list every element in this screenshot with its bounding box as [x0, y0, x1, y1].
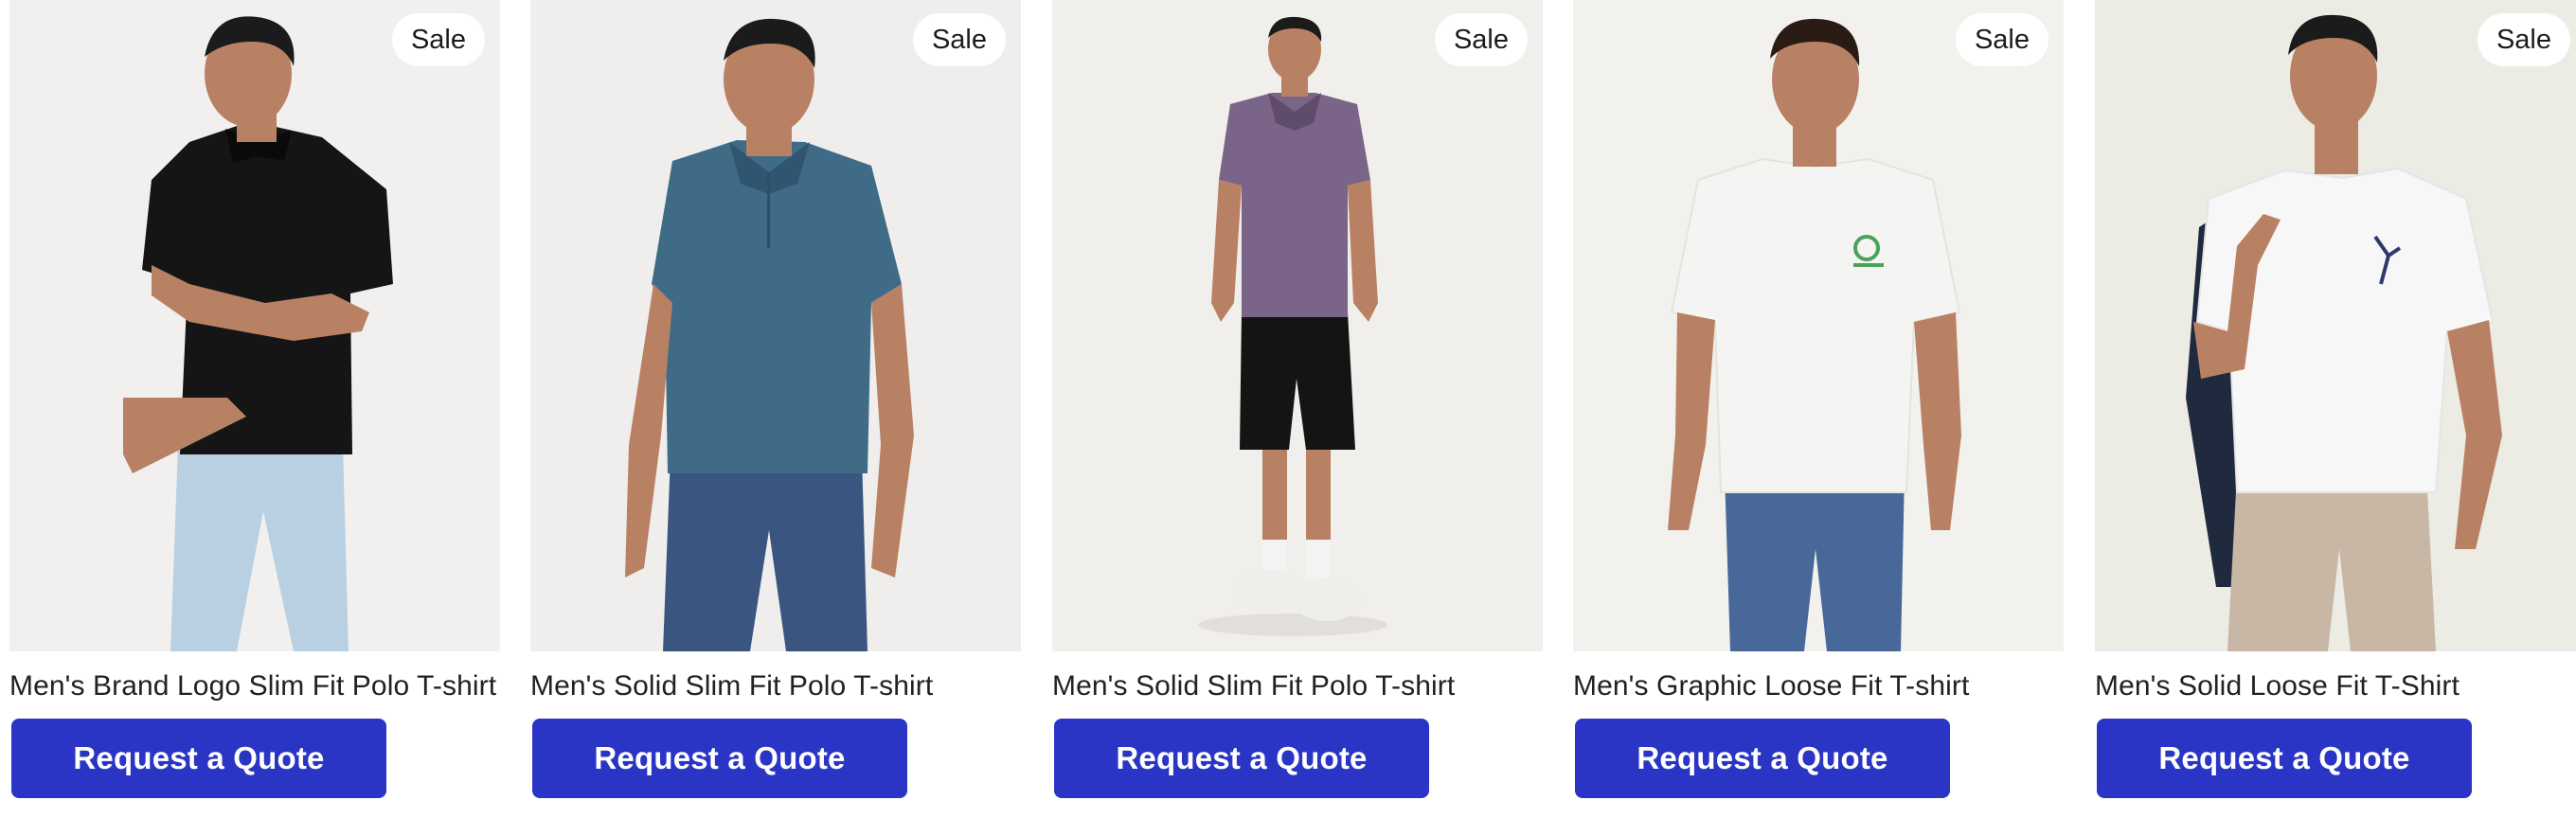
product-image-link[interactable]: Sale: [1573, 0, 2064, 651]
product-image-link[interactable]: Sale: [9, 0, 500, 651]
product-card: Sale Men's Brand Logo Slim Fit Polo T-sh…: [9, 0, 500, 818]
product-grid: Sale Men's Brand Logo Slim Fit Polo T-sh…: [0, 0, 2576, 818]
request-quote-button[interactable]: Request a Quote: [2097, 719, 2472, 798]
request-quote-button[interactable]: Request a Quote: [1575, 719, 1950, 798]
request-quote-button[interactable]: Request a Quote: [11, 719, 386, 798]
product-card: Sale Men's Solid Loose Fit T-Shirt Reque…: [2095, 0, 2576, 818]
sale-badge: Sale: [912, 13, 1006, 66]
product-card: Sale Men's Solid Slim Fit Polo T-shirt R…: [1052, 0, 1543, 818]
model-sneaker: [1234, 570, 1302, 612]
product-image: [2095, 0, 2576, 651]
product-title[interactable]: Men's Solid Slim Fit Polo T-shirt: [530, 668, 1042, 704]
product-image: [1573, 0, 2064, 651]
model-sneaker: [1293, 579, 1361, 621]
product-image: [530, 0, 1021, 651]
sale-badge: Sale: [1955, 13, 2048, 66]
product-title[interactable]: Men's Graphic Loose Fit T-shirt: [1573, 668, 2084, 704]
request-quote-button[interactable]: Request a Quote: [532, 719, 907, 798]
product-image-link[interactable]: Sale: [1052, 0, 1543, 651]
product-title[interactable]: Men's Brand Logo Slim Fit Polo T-shirt: [9, 668, 521, 704]
product-title[interactable]: Men's Solid Loose Fit T-Shirt: [2095, 668, 2576, 704]
product-image: [9, 0, 500, 651]
sale-badge: Sale: [2477, 13, 2570, 66]
request-quote-button[interactable]: Request a Quote: [1054, 719, 1429, 798]
product-card: Sale Men's Solid Slim Fit Polo T-shirt R…: [530, 0, 1021, 818]
product-image-link[interactable]: Sale: [2095, 0, 2576, 651]
sale-badge: Sale: [1434, 13, 1528, 66]
product-image-link[interactable]: Sale: [530, 0, 1021, 651]
product-card: Sale Men's Graphic Loose Fit T-shirt Req…: [1573, 0, 2064, 818]
sale-badge: Sale: [391, 13, 485, 66]
product-title[interactable]: Men's Solid Slim Fit Polo T-shirt: [1052, 668, 1564, 704]
product-image: [1052, 0, 1543, 651]
